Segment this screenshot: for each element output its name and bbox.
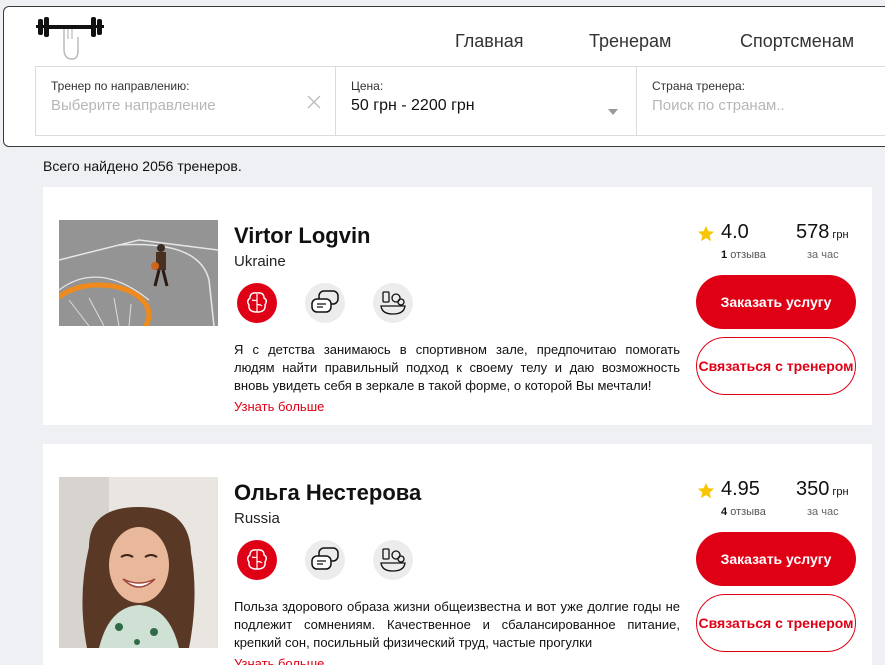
- trainer-country: Russia: [234, 510, 280, 527]
- brain-icon: [237, 540, 277, 580]
- nav-home[interactable]: Главная: [455, 31, 524, 52]
- contact-trainer-button[interactable]: Связаться с тренером: [696, 594, 856, 652]
- results-count: Всего найдено 2056 тренеров.: [43, 158, 242, 174]
- price-value: 350: [796, 478, 830, 500]
- direction-input[interactable]: Выберите направление: [51, 97, 320, 114]
- rating-value: 4.0: [721, 221, 749, 243]
- trainer-name[interactable]: Ольга Нестерова: [234, 480, 421, 506]
- trainer-price: 350 грн: [796, 478, 849, 501]
- reviews-number: 1: [721, 249, 728, 261]
- price-filter-label: Цена:: [351, 79, 384, 93]
- price-currency: грн: [832, 486, 849, 498]
- trainer-card: Ольга Нестерова Russia Польза здорового …: [43, 444, 872, 665]
- filter-bar: Тренер по направлению: Выберите направле…: [35, 66, 885, 136]
- price-currency: грн: [832, 229, 849, 241]
- price-filter[interactable]: Цена: 50 грн - 2200 грн: [335, 66, 636, 136]
- trainer-country: Ukraine: [234, 253, 286, 270]
- reviews-label: отзыва: [730, 249, 766, 261]
- nav-trainers[interactable]: Тренерам: [589, 31, 671, 52]
- trainer-photo[interactable]: [59, 220, 218, 326]
- service-icons: [237, 283, 413, 323]
- star-icon: [697, 225, 715, 242]
- reviews-count[interactable]: 4 отзыва: [721, 506, 766, 518]
- direction-filter[interactable]: Тренер по направлению: Выберите направле…: [35, 66, 335, 136]
- trainer-photo[interactable]: [59, 477, 218, 648]
- trainer-card: Virtor Logvin Ukraine Я с детства занима…: [43, 187, 872, 425]
- learn-more-link[interactable]: Узнать больше: [234, 656, 324, 665]
- site-header: Главная Тренерам Спортсменам Тренер по н…: [3, 6, 885, 147]
- chat-icon: [305, 283, 345, 323]
- order-service-button[interactable]: Заказать услугу: [696, 532, 856, 586]
- order-service-button[interactable]: Заказать услугу: [696, 275, 856, 329]
- reviews-number: 4: [721, 506, 728, 518]
- price-unit: за час: [807, 506, 839, 518]
- service-icons: [237, 540, 413, 580]
- country-search-input[interactable]: Поиск по странам..: [652, 97, 885, 114]
- contact-trainer-button[interactable]: Связаться с тренером: [696, 337, 856, 395]
- country-filter[interactable]: Страна тренера: Поиск по странам..: [636, 66, 885, 136]
- price-select[interactable]: 50 грн - 2200 грн: [351, 97, 621, 115]
- barbell-icon[interactable]: [34, 15, 106, 65]
- trainer-description: Польза здорового образа жизни общеизвест…: [234, 599, 680, 650]
- price-unit: за час: [807, 249, 839, 261]
- reviews-count[interactable]: 1 отзыва: [721, 249, 766, 261]
- healthy-food-icon: [373, 283, 413, 323]
- trainer-name[interactable]: Virtor Logvin: [234, 223, 371, 249]
- star-icon: [697, 482, 715, 499]
- healthy-food-icon: [373, 540, 413, 580]
- chat-icon: [305, 540, 345, 580]
- clear-icon[interactable]: [307, 95, 321, 109]
- direction-filter-label: Тренер по направлению:: [51, 79, 190, 93]
- nav-athletes[interactable]: Спортсменам: [740, 31, 854, 52]
- price-value: 578: [796, 221, 830, 243]
- country-filter-label: Страна тренера:: [652, 79, 745, 93]
- chevron-down-icon[interactable]: [608, 109, 618, 115]
- reviews-label: отзыва: [730, 506, 766, 518]
- trainer-price: 578 грн: [796, 221, 849, 244]
- trainer-description: Я с детства занимаюсь в спортивном зале,…: [234, 342, 680, 393]
- brain-icon: [237, 283, 277, 323]
- learn-more-link[interactable]: Узнать больше: [234, 399, 324, 414]
- rating-value: 4.95: [721, 478, 760, 500]
